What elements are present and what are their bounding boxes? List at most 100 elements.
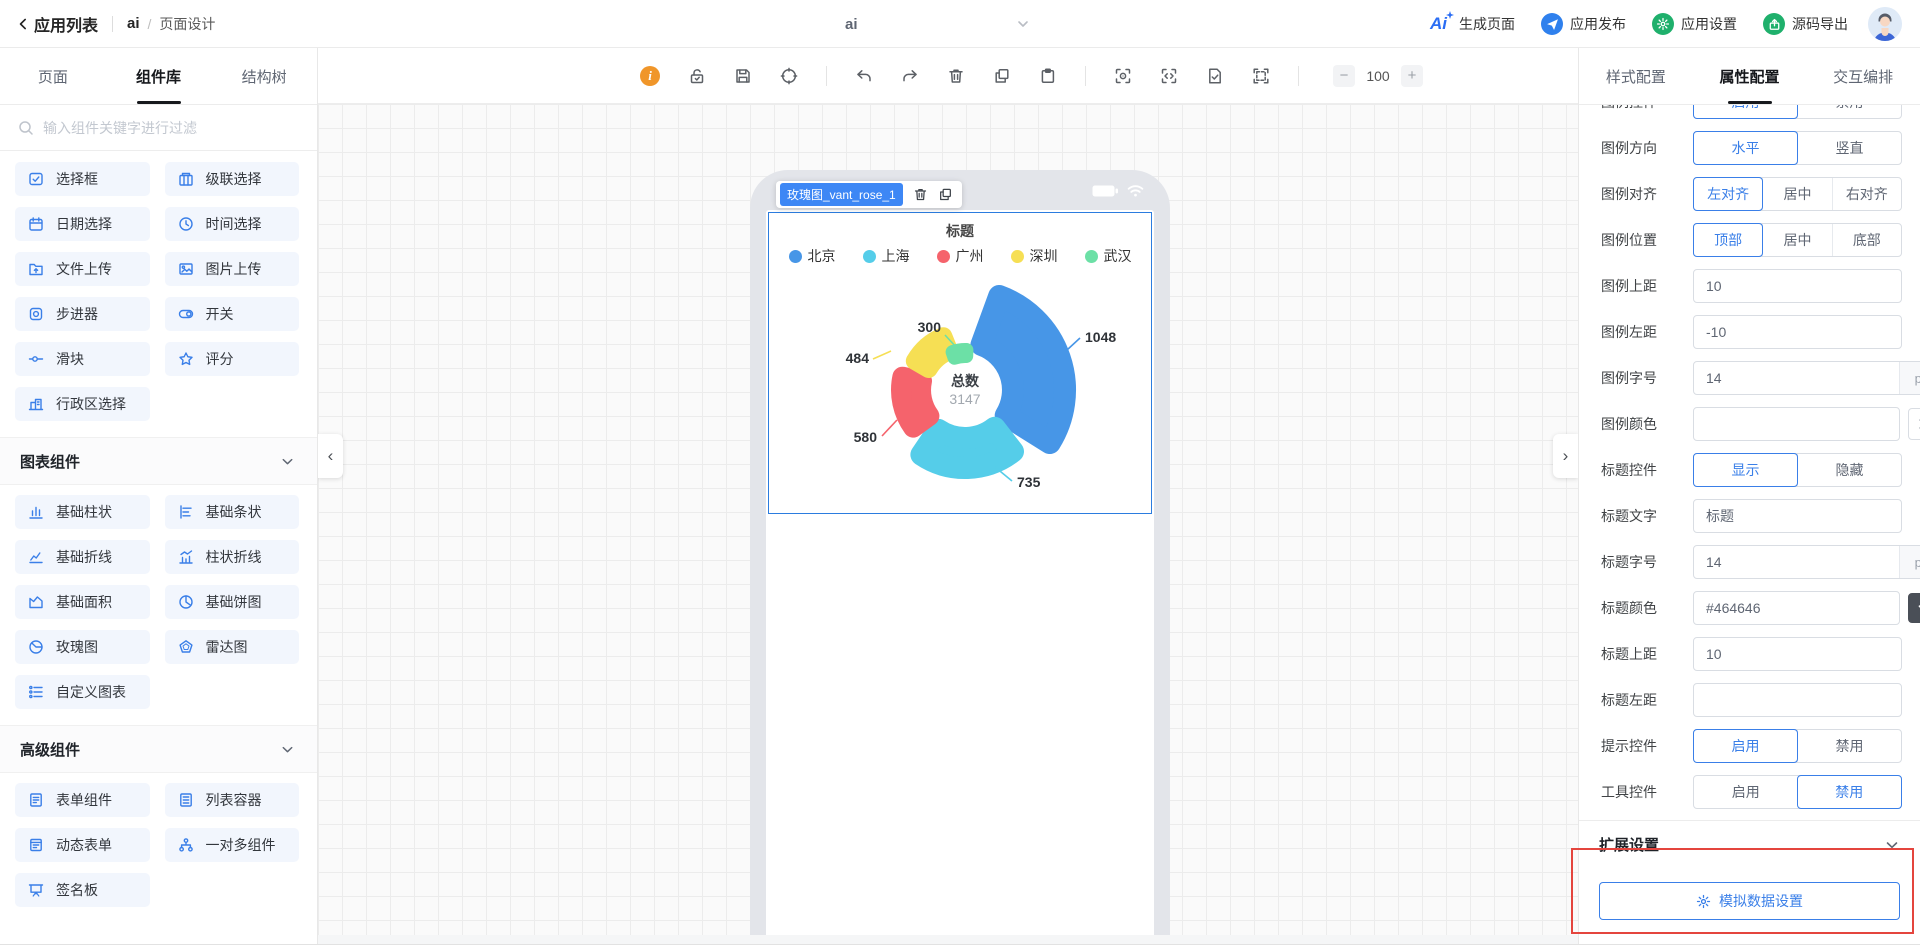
component-选择框[interactable]: 选择框 (15, 162, 150, 196)
component-签名板[interactable]: 签名板 (15, 873, 150, 907)
option-禁用[interactable]: 禁用 (1796, 775, 1902, 809)
component-name-chip[interactable]: 玫瑰图_vant_rose_1 (780, 183, 903, 206)
component-日期选择[interactable]: 日期选择 (15, 207, 150, 241)
design-canvas[interactable]: ‹ › 玫瑰图_vant_rose_1 标题 北京 上海 广州 深圳 武汉 10… (318, 104, 1578, 944)
input-图例字号[interactable] (1694, 370, 1899, 386)
component-动态表单[interactable]: 动态表单 (15, 828, 150, 862)
rose-chart-component[interactable]: 玫瑰图_vant_rose_1 标题 北京 上海 广州 深圳 武汉 1048 73… (768, 181, 1152, 514)
component-基础条状[interactable]: 基础条状 (164, 495, 299, 529)
paste-icon[interactable] (1039, 67, 1057, 85)
legend-item-北京[interactable]: 北京 (788, 246, 836, 266)
extension-settings-header[interactable]: 扩展设置 (1599, 834, 1900, 855)
component-开关[interactable]: 开关 (164, 297, 299, 331)
zoom-out-button[interactable]: − (1333, 64, 1355, 87)
component-自定义图表[interactable]: 自定义图表 (15, 675, 150, 709)
option-居中[interactable]: 居中 (1762, 224, 1831, 256)
config-tab-交互编排[interactable]: 交互编排 (1806, 48, 1920, 104)
rose-petal-上海[interactable] (910, 416, 1024, 479)
legend-item-上海[interactable]: 上海 (862, 246, 910, 266)
option-右对齐[interactable]: 右对齐 (1831, 178, 1901, 210)
unlock-icon[interactable] (688, 67, 706, 85)
collapse-left-handle[interactable]: ‹ (318, 434, 343, 478)
delete-component-icon[interactable] (913, 187, 928, 202)
legend-item-深圳[interactable]: 深圳 (1010, 246, 1058, 266)
action-应用发布[interactable]: 应用发布 (1541, 13, 1626, 35)
save-icon[interactable] (734, 67, 752, 85)
frame-icon[interactable] (1252, 67, 1270, 85)
component-柱状折线[interactable]: 柱状折线 (164, 540, 299, 574)
section-header-高级组件[interactable]: 高级组件 (0, 725, 317, 773)
component-时间选择[interactable]: 时间选择 (164, 207, 299, 241)
option-显示[interactable]: 显示 (1693, 453, 1798, 487)
doc-check-icon[interactable] (1206, 67, 1224, 85)
component-表单组件[interactable]: 表单组件 (15, 783, 150, 817)
component-行政区选择[interactable]: 行政区选择 (15, 387, 150, 421)
input-标题左距[interactable] (1694, 692, 1901, 708)
section-header-图表组件[interactable]: 图表组件 (0, 437, 317, 485)
tab-组件库[interactable]: 组件库 (106, 48, 212, 104)
input-标题文字[interactable] (1694, 508, 1901, 524)
rose-petal-深圳[interactable] (905, 327, 959, 378)
input-图例上距[interactable] (1694, 278, 1901, 294)
back-button[interactable]: 应用列表 (16, 12, 98, 36)
info-icon[interactable]: i (640, 65, 660, 86)
option-水平[interactable]: 水平 (1693, 131, 1798, 165)
option-启用[interactable]: 启用 (1693, 729, 1798, 763)
input-标题字号[interactable] (1694, 554, 1899, 570)
copy-component-icon[interactable] (938, 187, 953, 202)
option-禁用[interactable]: 禁用 (1797, 730, 1901, 762)
option-启用[interactable]: 启用 (1693, 105, 1798, 119)
tab-页面[interactable]: 页面 (0, 48, 106, 104)
collapse-right-handle[interactable]: › (1553, 434, 1578, 478)
canvas-horizontal-scrollbar[interactable] (318, 935, 1578, 944)
action-应用设置[interactable]: 应用设置 (1652, 13, 1737, 35)
component-基础折线[interactable]: 基础折线 (15, 540, 150, 574)
simulate-data-button[interactable]: 模拟数据设置 (1599, 882, 1900, 920)
component-雷达图[interactable]: 雷达图 (164, 630, 299, 664)
input-图例颜色[interactable] (1694, 416, 1899, 432)
option-左对齐[interactable]: 左对齐 (1693, 177, 1764, 211)
action-源码导出[interactable]: 源码导出 (1763, 13, 1848, 35)
input-图例左距[interactable] (1694, 324, 1901, 340)
copy-icon[interactable] (993, 67, 1011, 85)
option-居中[interactable]: 居中 (1762, 178, 1831, 210)
search-input[interactable] (43, 119, 299, 136)
page-select-dropdown[interactable]: ai (775, 0, 1031, 48)
component-文件上传[interactable]: 文件上传 (15, 252, 150, 286)
option-隐藏[interactable]: 隐藏 (1797, 454, 1901, 486)
color-dropdown-button[interactable] (1908, 593, 1920, 623)
tab-结构树[interactable]: 结构树 (211, 48, 317, 104)
component-列表容器[interactable]: 列表容器 (164, 783, 299, 817)
legend-item-武汉[interactable]: 武汉 (1084, 246, 1132, 266)
clear-button[interactable] (1908, 408, 1920, 440)
option-顶部[interactable]: 顶部 (1693, 223, 1764, 257)
config-tab-属性配置[interactable]: 属性配置 (1693, 48, 1807, 104)
input-标题上距[interactable] (1694, 646, 1901, 662)
breadcrumb-app[interactable]: ai (127, 15, 140, 32)
option-底部[interactable]: 底部 (1831, 224, 1901, 256)
scan-view-icon[interactable] (1114, 67, 1132, 85)
crosshair-icon[interactable] (780, 67, 798, 85)
rose-petal-广州[interactable] (891, 366, 940, 438)
component-基础面积[interactable]: 基础面积 (15, 585, 150, 619)
component-步进器[interactable]: 步进器 (15, 297, 150, 331)
rose-petal-武汉[interactable] (945, 343, 974, 365)
component-玫瑰图[interactable]: 玫瑰图 (15, 630, 150, 664)
legend-item-广州[interactable]: 广州 (936, 246, 984, 266)
option-竖直[interactable]: 竖直 (1797, 132, 1901, 164)
component-级联选择[interactable]: 级联选择 (164, 162, 299, 196)
input-标题颜色[interactable] (1694, 600, 1899, 616)
action-生成页面[interactable]: Ai 生成页面 (1430, 11, 1515, 34)
component-基础柱状[interactable]: 基础柱状 (15, 495, 150, 529)
option-禁用[interactable]: 禁用 (1797, 105, 1901, 118)
component-一对多组件[interactable]: 一对多组件 (164, 828, 299, 862)
option-启用[interactable]: 启用 (1694, 776, 1798, 808)
config-tab-样式配置[interactable]: 样式配置 (1579, 48, 1693, 104)
component-评分[interactable]: 评分 (164, 342, 299, 376)
undo-icon[interactable] (855, 67, 873, 85)
avatar[interactable] (1868, 7, 1902, 41)
zoom-in-button[interactable]: + (1401, 64, 1423, 87)
scan-code-icon[interactable] (1160, 67, 1178, 85)
redo-icon[interactable] (901, 67, 919, 85)
component-图片上传[interactable]: 图片上传 (164, 252, 299, 286)
